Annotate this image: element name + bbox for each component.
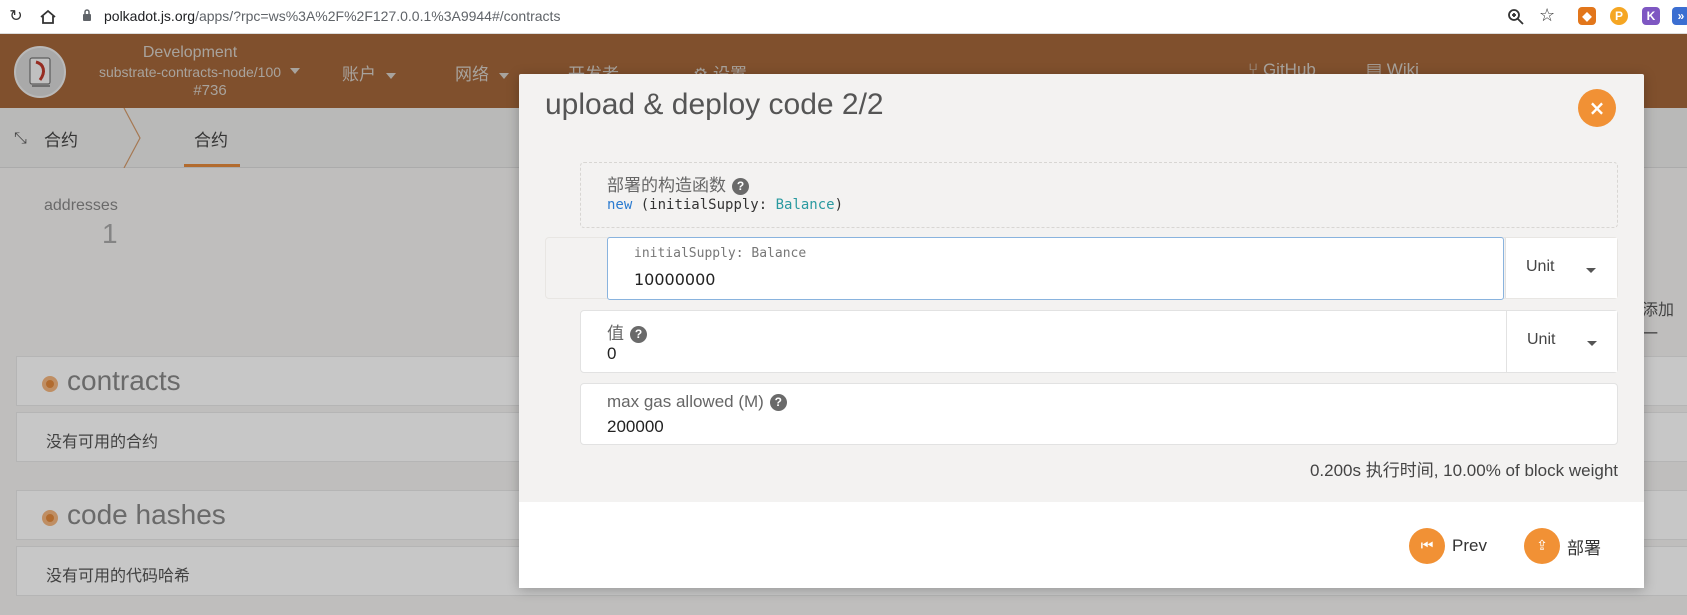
value-field[interactable]: 值? 0 Unit — [580, 310, 1618, 373]
constructor-selector[interactable]: 部署的构造函数? new (initialSupply: Balance) — [580, 162, 1618, 228]
zoom-icon[interactable] — [1507, 8, 1525, 26]
initial-supply-unit-dropdown[interactable]: Unit — [1505, 238, 1617, 298]
browser-toolbar: ↻ polkadot.js.org/apps/?rpc=ws%3A%2F%2F1… — [0, 0, 1687, 34]
url-path: /apps/?rpc=ws%3A%2F%2F127.0.0.1%3A9944#/… — [195, 8, 561, 24]
k-extension-icon[interactable]: K — [1642, 7, 1660, 25]
upload-icon: ⇪ — [1524, 528, 1560, 564]
gas-input[interactable]: 200000 — [607, 417, 664, 437]
reload-icon[interactable]: ↻ — [8, 8, 24, 24]
deploy-button-label: 部署 — [1567, 538, 1601, 558]
unit-label: Unit — [1526, 258, 1555, 275]
max-gas-field[interactable]: max gas allowed (M)? 200000 — [580, 383, 1618, 445]
value-input[interactable]: 0 — [607, 344, 616, 364]
lock-icon — [83, 9, 91, 21]
deploy-modal: upload & deploy code 2/2 × 部署的构造函数? new … — [519, 74, 1644, 588]
prev-button-label: Prev — [1452, 536, 1487, 555]
modal-footer: ⏮ Prev ⇪ 部署 — [519, 502, 1644, 588]
initial-supply-label: initialSupply: Balance — [634, 246, 807, 261]
polkadot-extension-icon[interactable]: P — [1610, 7, 1628, 25]
ctor-params-open: (initialSupply: — [632, 197, 776, 213]
close-button[interactable]: × — [1578, 89, 1616, 127]
value-label: 值 — [607, 324, 624, 343]
constructor-label: 部署的构造函数 — [607, 176, 726, 196]
close-icon: × — [1588, 96, 1606, 120]
url-host: polkadot.js.org — [104, 8, 196, 24]
constructor-signature: new (initialSupply: Balance) — [607, 197, 843, 213]
chevron-down-icon — [1586, 268, 1596, 273]
block-weight-info: 0.200s 执行时间, 10.00% of block weight — [1309, 461, 1618, 480]
prev-button[interactable]: ⏮ Prev — [1409, 528, 1487, 564]
help-icon[interactable]: ? — [630, 326, 647, 343]
modal-title: upload & deploy code 2/2 — [545, 88, 884, 121]
metamask-extension-icon[interactable]: ◆ — [1578, 7, 1596, 25]
gas-label: max gas allowed (M) — [607, 392, 764, 411]
help-icon[interactable]: ? — [769, 394, 787, 411]
initial-supply-value: 10000000 — [634, 270, 716, 289]
help-icon[interactable]: ? — [732, 178, 749, 195]
skip-back-icon: ⏮ — [1409, 528, 1445, 564]
deploy-button[interactable]: ⇪ 部署 — [1524, 528, 1601, 564]
home-icon[interactable] — [39, 8, 57, 26]
unit-label: Unit — [1527, 331, 1556, 348]
gas-label-row: max gas allowed (M)? — [607, 392, 787, 412]
address-bar[interactable]: polkadot.js.org/apps/?rpc=ws%3A%2F%2F127… — [104, 8, 560, 24]
bookmark-star-icon[interactable]: ☆ — [1539, 7, 1555, 25]
extension-icon[interactable]: » — [1672, 7, 1687, 25]
ctor-keyword: new — [607, 197, 633, 213]
constructor-label-row: 部署的构造函数? — [607, 171, 749, 196]
ctor-params-close: ) — [834, 197, 844, 213]
chevron-down-icon — [1587, 341, 1597, 346]
value-label-row: 值? — [607, 319, 647, 344]
value-unit-dropdown[interactable]: Unit — [1506, 311, 1617, 372]
initial-supply-input[interactable]: initialSupply: Balance 10000000 — [607, 237, 1504, 300]
ctor-type: Balance — [775, 197, 835, 213]
